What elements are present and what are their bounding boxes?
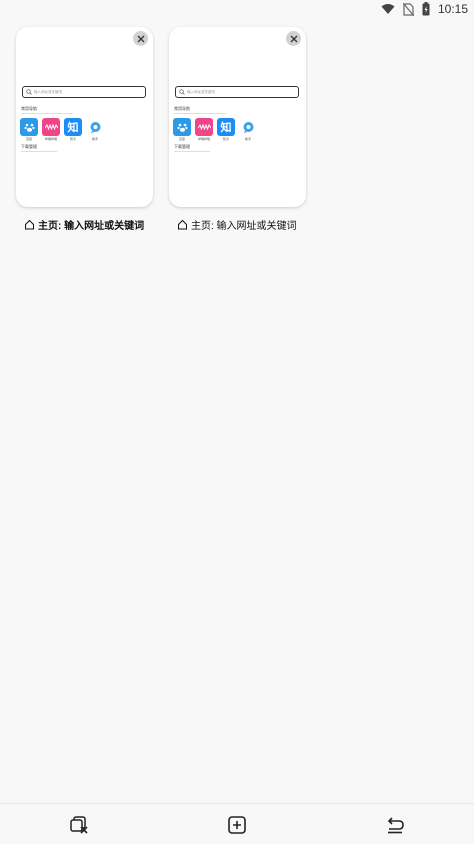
home-icon (178, 219, 187, 230)
mini-search-bar: 输入网址或关键词 (22, 86, 146, 98)
section-title: 下载管理 (21, 144, 37, 149)
paw-icon (173, 118, 191, 136)
home-icon (25, 219, 34, 230)
app-tile: 知 知乎 (217, 118, 235, 141)
status-icons: 10:15 (381, 2, 468, 16)
divider (174, 113, 226, 114)
clock: 10:15 (437, 2, 468, 16)
paw-icon (20, 118, 38, 136)
app-label: 知乎 (222, 137, 229, 141)
search-placeholder: 输入网址或关键词 (34, 89, 62, 94)
wifi-icon (381, 4, 395, 14)
close-all-tabs-button[interactable] (68, 814, 90, 836)
search-icon (26, 89, 32, 95)
back-icon (387, 817, 404, 834)
app-row: 百度 哔哩哔哩 知 知乎 助手 (173, 118, 257, 141)
wave-icon (42, 118, 60, 136)
zhi-icon: 知 (217, 118, 235, 136)
back-button[interactable] (384, 814, 406, 836)
search-icon (179, 89, 185, 95)
tab-title[interactable]: 主页: 输入网址或关键词 (24, 217, 144, 232)
wave-icon (195, 118, 213, 136)
app-label: 百度 (178, 137, 185, 141)
app-label: 百度 (25, 137, 32, 141)
section-title: 下载管理 (174, 144, 190, 149)
app-tile: 百度 (20, 118, 38, 141)
search-placeholder: 输入网址或关键词 (187, 89, 215, 94)
no-sim-icon (402, 2, 414, 16)
app-tile: 知 知乎 (64, 118, 82, 141)
app-label: 哔哩哔哩 (44, 137, 57, 141)
app-row: 百度 哔哩哔哩 知 知乎 助手 (20, 118, 104, 141)
battery-icon (422, 2, 430, 16)
close-icon (137, 35, 144, 42)
tab-card[interactable]: 输入网址或关键词 常用导航 百度 哔哩哔哩 知 知乎 助手 下载管理 (16, 27, 153, 207)
tab-title-text: 主页: 输入网址或关键词 (191, 221, 297, 232)
app-tile: 百度 (173, 118, 191, 141)
mini-search-bar: 输入网址或关键词 (175, 86, 299, 98)
section-title: 常用导航 (174, 106, 190, 111)
new-tab-icon (228, 816, 246, 834)
new-tab-button[interactable] (226, 814, 248, 836)
status-bar: 10:15 (0, 0, 474, 20)
close-all-tabs-icon (70, 816, 88, 834)
app-tile: 哔哩哔哩 (195, 118, 213, 141)
bottom-toolbar (0, 803, 474, 844)
close-tab-button[interactable] (286, 31, 301, 46)
app-tile: 助手 (86, 118, 104, 141)
app-label: 哔哩哔哩 (197, 137, 210, 141)
app-label: 知乎 (69, 137, 76, 141)
divider (21, 151, 57, 152)
tab-title-text: 主页: 输入网址或关键词 (38, 221, 145, 232)
chat-bubble-icon (86, 118, 104, 136)
chat-bubble-icon (239, 118, 257, 136)
close-tab-button[interactable] (133, 31, 148, 46)
app-tile: 助手 (239, 118, 257, 141)
divider (21, 113, 73, 114)
divider (174, 151, 210, 152)
close-icon (290, 35, 297, 42)
section-title: 常用导航 (21, 106, 37, 111)
app-tile: 哔哩哔哩 (42, 118, 60, 141)
tab-card[interactable]: 输入网址或关键词 常用导航 百度 哔哩哔哩 知 知乎 助手 下载管理 (169, 27, 306, 207)
app-label: 助手 (91, 137, 98, 141)
zhi-icon: 知 (64, 118, 82, 136)
tab-title[interactable]: 主页: 输入网址或关键词 (177, 217, 297, 232)
app-label: 助手 (244, 137, 251, 141)
